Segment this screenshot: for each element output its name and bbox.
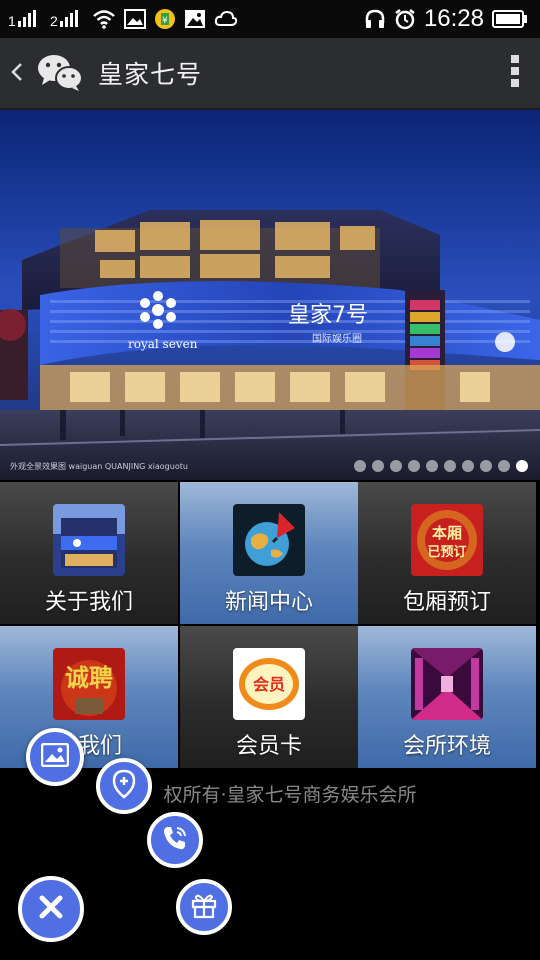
carousel-dot[interactable] xyxy=(498,460,510,472)
carousel-indicator xyxy=(354,460,528,472)
image-icon xyxy=(184,9,206,29)
close-fab-button[interactable] xyxy=(18,876,84,942)
menu-item-about[interactable]: 关于我们 xyxy=(0,482,178,624)
phone-fab-button[interactable] xyxy=(147,812,203,868)
headphone-icon xyxy=(364,9,386,29)
wechat-icon xyxy=(36,49,84,97)
more-button[interactable] xyxy=(490,38,540,108)
carousel-dot[interactable] xyxy=(372,460,384,472)
svg-text:诚聘: 诚聘 xyxy=(65,664,113,692)
more-vertical-icon xyxy=(511,55,519,91)
image-icon xyxy=(40,742,70,771)
gallery-fab-button[interactable] xyxy=(26,728,84,786)
location-fab-button[interactable] xyxy=(96,758,152,814)
image-icon xyxy=(124,9,146,29)
signal-icon: 2 xyxy=(50,9,84,29)
menu-item-label: 会所环境 xyxy=(402,734,491,759)
carousel-dot[interactable] xyxy=(444,460,456,472)
building-sign-sub: 国际娱乐圈 xyxy=(312,332,362,345)
carousel-dot[interactable] xyxy=(480,460,492,472)
building-sign-en: royal seven xyxy=(128,337,198,351)
svg-text:会员: 会员 xyxy=(253,675,285,694)
signal-icon: 1 xyxy=(8,9,42,29)
interior-icon xyxy=(411,648,483,720)
menu-item-label: 会员卡 xyxy=(235,734,302,759)
gift-fab-button[interactable] xyxy=(176,879,232,935)
menu-item-label: 新闻中心 xyxy=(224,590,313,615)
page-title: 皇家七号 xyxy=(98,60,203,89)
location-pin-icon xyxy=(112,769,136,803)
menu-item-label: 关于我们 xyxy=(44,590,133,615)
svg-text:¥: ¥ xyxy=(162,16,168,26)
booked-room-icon: 本厢 已预订 xyxy=(411,504,483,576)
carousel-dot[interactable] xyxy=(354,460,366,472)
status-bar: 1 2 ¥ 16:28 xyxy=(0,0,540,38)
carousel-dot-active[interactable] xyxy=(516,460,528,472)
status-time: 16:28 xyxy=(423,5,484,32)
building-icon xyxy=(53,504,125,576)
banner-caption: 外观全景效果图 waiguan QUANJING xiaoguotu xyxy=(10,462,188,471)
building-sign-cn: 皇家7号 xyxy=(288,303,368,328)
svg-text:已预订: 已预订 xyxy=(427,544,466,560)
chevron-left-icon xyxy=(10,57,24,90)
menu-item-environment[interactable]: 会所环境 xyxy=(358,626,536,768)
alarm-icon xyxy=(394,8,416,30)
menu-item-label: 包厢预订 xyxy=(402,590,491,615)
phone-icon xyxy=(161,824,189,856)
copyright-text: 权所有·皇家七号商务娱乐会所 xyxy=(163,784,417,806)
menu-item-booking[interactable]: 本厢 已预订 包厢预订 xyxy=(358,482,536,624)
gift-icon xyxy=(190,891,218,923)
close-icon xyxy=(38,894,64,924)
battery-icon xyxy=(492,9,528,29)
menu-item-member-card[interactable]: 会员 会员卡 xyxy=(180,626,358,768)
carousel-dot[interactable] xyxy=(408,460,420,472)
carousel-dot[interactable] xyxy=(390,460,402,472)
svg-text:本厢: 本厢 xyxy=(432,524,462,542)
menu-item-news[interactable]: 新闻中心 xyxy=(180,482,358,624)
wifi-icon xyxy=(92,9,116,29)
svg-text:2: 2 xyxy=(50,13,58,29)
menu-grid: 关于我们 新闻中心 本厢 已预订 包厢预订 诚聘 入我们 会员 会员卡 会所环境 xyxy=(0,482,540,768)
recruit-icon: 诚聘 xyxy=(53,648,125,720)
building-illustration: royal seven 皇家7号 国际娱乐圈 xyxy=(0,110,540,480)
cloud-icon xyxy=(214,10,238,28)
carousel-dot[interactable] xyxy=(462,460,474,472)
member-card-icon: 会员 xyxy=(233,648,305,720)
carousel-dot[interactable] xyxy=(426,460,438,472)
banner-carousel[interactable]: royal seven 皇家7号 国际娱乐圈 外观全景效果图 waiguan Q… xyxy=(0,110,540,480)
app-header: 皇家七号 xyxy=(0,38,540,110)
globe-pen-icon xyxy=(233,504,305,576)
back-button[interactable] xyxy=(0,38,34,108)
svg-text:1: 1 xyxy=(8,13,16,29)
app-icon: ¥ xyxy=(154,8,176,30)
